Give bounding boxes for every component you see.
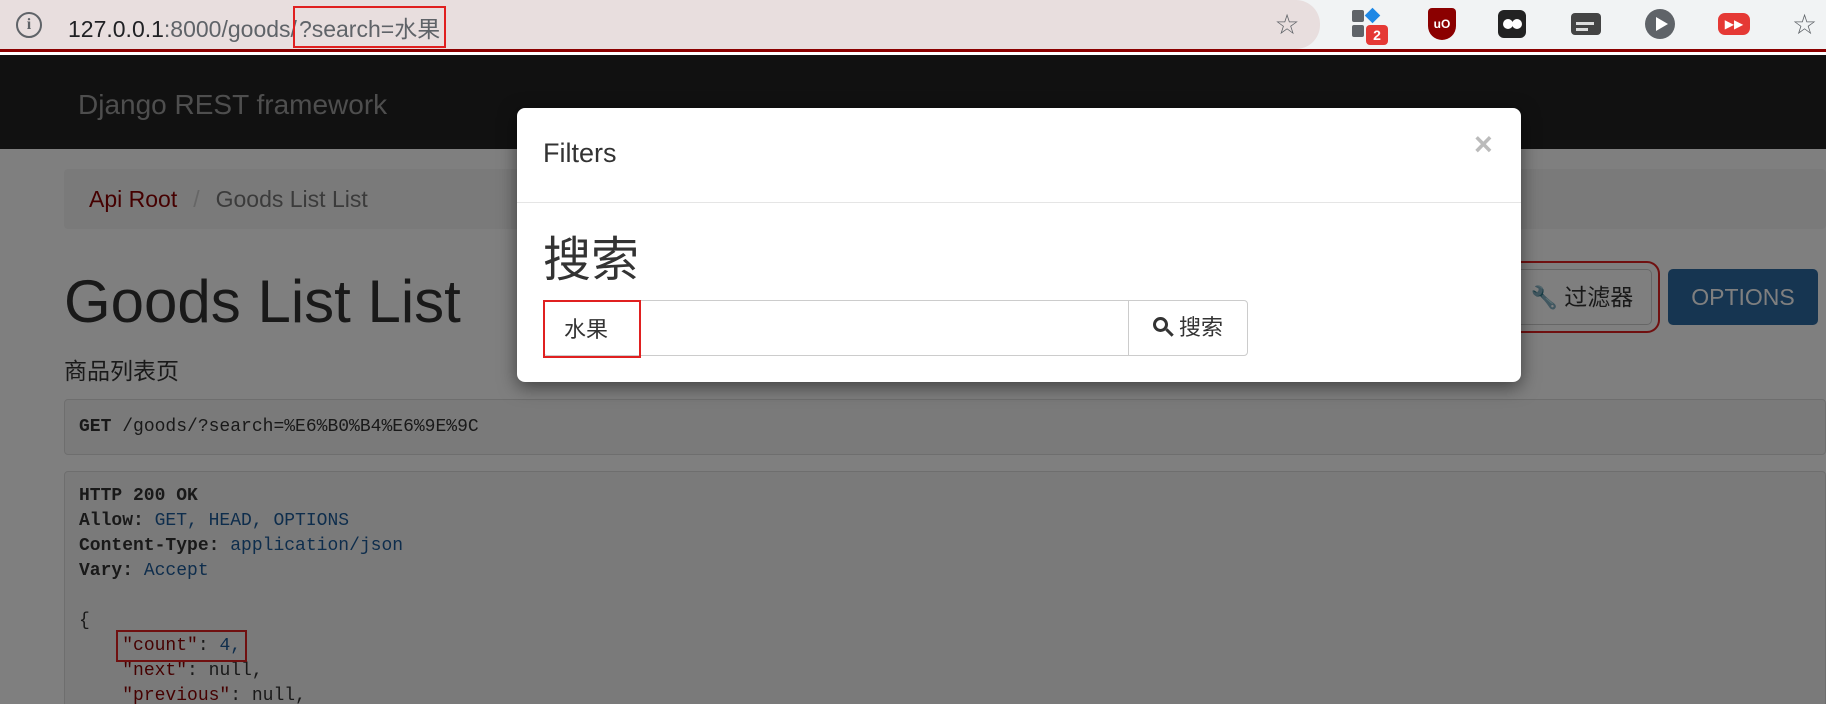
video-extension-icon[interactable]: ▶▶ (1718, 8, 1750, 40)
close-icon[interactable]: × (1474, 126, 1493, 163)
search-button-label: 搜索 (1178, 315, 1223, 340)
url-host: 127.0.0.1 (68, 16, 164, 42)
play-extension-icon[interactable] (1644, 8, 1676, 40)
search-icon (1152, 317, 1174, 337)
search-form: 搜索 (543, 300, 1248, 358)
browser-toolbar: i 127.0.0.1:8000/goods/?search=水果 ☆ 2 uO… (0, 0, 1826, 52)
bookmark-star-icon[interactable]: ☆ (1270, 8, 1304, 42)
bookmarks-menu-icon[interactable]: ☆ (1792, 8, 1817, 42)
url-query: ?search=水果 (292, 6, 447, 48)
modal-header: Filters × (517, 108, 1521, 203)
site-info-icon[interactable]: i (16, 12, 42, 38)
extension-apps-icon[interactable]: 2 (1350, 7, 1388, 45)
url-text[interactable]: 127.0.0.1:8000/goods/?search=水果 (68, 6, 447, 48)
subtitles-extension-icon[interactable] (1570, 8, 1602, 40)
modal-title: Filters (543, 138, 617, 168)
search-input[interactable] (543, 300, 1129, 356)
filters-modal: Filters × 搜索 搜索 (517, 108, 1521, 382)
ublock-icon[interactable]: uO (1426, 8, 1458, 40)
search-button[interactable]: 搜索 (1128, 300, 1248, 356)
search-heading: 搜索 (543, 234, 640, 287)
glasses-extension-icon[interactable] (1496, 8, 1528, 40)
extension-badge: 2 (1366, 25, 1388, 45)
url-port-path: :8000/goods/ (163, 16, 297, 42)
address-bar[interactable]: i 127.0.0.1:8000/goods/?search=水果 ☆ (0, 0, 1320, 49)
